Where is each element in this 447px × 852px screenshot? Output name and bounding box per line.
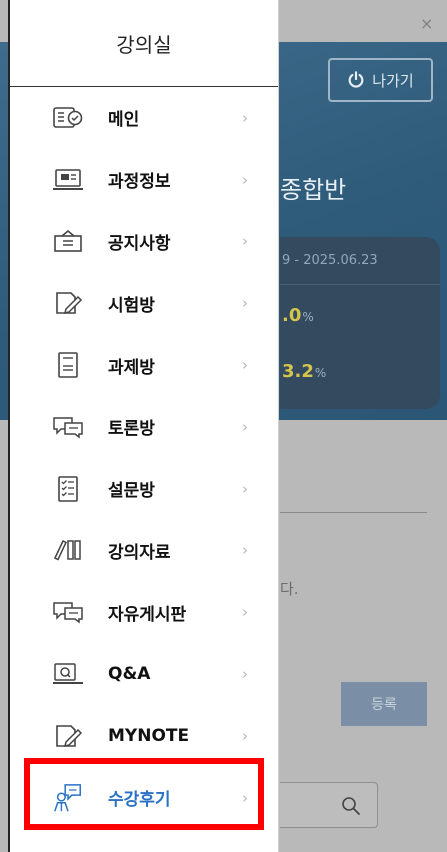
menu-item-free-board[interactable]: 자유게시판 › bbox=[10, 581, 278, 643]
review-icon bbox=[52, 783, 84, 812]
menu-item-main[interactable]: 메인 › bbox=[10, 87, 278, 149]
drawer-menu: 메인 › 과정정보 › 공지사항 › 시험방 › 과제방 › 토론방 › 설문방… bbox=[10, 87, 278, 829]
close-icon[interactable]: × bbox=[420, 14, 433, 33]
qna-icon bbox=[52, 661, 84, 687]
exit-label: 나가기 bbox=[372, 71, 414, 90]
power-icon bbox=[348, 71, 364, 88]
menu-item-exam[interactable]: 시험방 › bbox=[10, 272, 278, 334]
menu-label-survey: 설문방 bbox=[108, 481, 155, 502]
course-info-icon bbox=[52, 167, 84, 193]
register-button[interactable]: 등록 bbox=[341, 682, 427, 726]
chevron-right-icon: › bbox=[242, 356, 248, 375]
main-icon bbox=[52, 105, 84, 131]
divider bbox=[280, 512, 427, 513]
chevron-right-icon: › bbox=[242, 726, 248, 745]
menu-item-materials[interactable]: 강의자료 › bbox=[10, 520, 278, 582]
menu-item-course-review[interactable]: 수강후기 › bbox=[10, 767, 278, 829]
drawer-title: 강의실 bbox=[116, 32, 172, 57]
menu-label-course-info: 과정정보 bbox=[108, 172, 171, 193]
notice-icon bbox=[52, 228, 84, 254]
chevron-right-icon: › bbox=[242, 417, 248, 436]
chevron-right-icon: › bbox=[242, 108, 248, 127]
exit-button[interactable]: 나가기 bbox=[328, 58, 433, 102]
chevron-right-icon: › bbox=[242, 294, 248, 313]
chevron-right-icon: › bbox=[242, 541, 248, 560]
board-icon bbox=[52, 599, 84, 625]
menu-label-discussion: 토론방 bbox=[108, 419, 155, 440]
menu-label-exam: 시험방 bbox=[108, 295, 155, 316]
course-period: 9 - 2025.06.23 bbox=[280, 237, 440, 285]
notice-text: 다. bbox=[280, 580, 299, 598]
note-icon bbox=[52, 723, 84, 749]
chevron-right-icon: › bbox=[242, 788, 248, 807]
menu-item-assignment[interactable]: 과제방 › bbox=[10, 334, 278, 396]
progress-stat-2: 3.2% bbox=[282, 361, 327, 382]
drawer-header: 강의실 bbox=[10, 0, 278, 87]
search-input[interactable] bbox=[280, 782, 378, 828]
chevron-right-icon: › bbox=[242, 665, 248, 684]
menu-item-discussion[interactable]: 토론방 › bbox=[10, 396, 278, 458]
progress-card: 9 - 2025.06.23 .0% 3.2% bbox=[280, 237, 440, 409]
menu-item-survey[interactable]: 설문방 › bbox=[10, 458, 278, 520]
menu-label-notice: 공지사항 bbox=[108, 233, 171, 254]
chevron-right-icon: › bbox=[242, 603, 248, 622]
menu-item-course-info[interactable]: 과정정보 › bbox=[10, 149, 278, 211]
menu-item-qna[interactable]: Q&A › bbox=[10, 643, 278, 705]
assignment-icon bbox=[52, 352, 84, 378]
progress-stat-1: .0% bbox=[282, 305, 314, 326]
course-title: 종합반 bbox=[280, 176, 347, 204]
menu-label-assignment: 과제방 bbox=[108, 357, 155, 378]
search-icon[interactable] bbox=[341, 796, 361, 816]
menu-label-free-board: 자유게시판 bbox=[108, 604, 187, 625]
chevron-right-icon: › bbox=[242, 170, 248, 189]
side-drawer: 강의실 메인 › 과정정보 › 공지사항 › 시험방 › 과제방 › 토론방 ›… bbox=[8, 0, 279, 852]
discussion-icon bbox=[52, 414, 84, 440]
menu-label-qna: Q&A bbox=[108, 664, 151, 685]
exam-icon bbox=[52, 290, 84, 316]
menu-label-mynote: MYNOTE bbox=[108, 725, 190, 746]
menu-item-notice[interactable]: 공지사항 › bbox=[10, 211, 278, 273]
menu-label-course-review: 수강후기 bbox=[108, 790, 171, 811]
chevron-right-icon: › bbox=[242, 232, 248, 251]
materials-icon bbox=[52, 537, 84, 563]
menu-label-main: 메인 bbox=[108, 110, 140, 131]
chevron-right-icon: › bbox=[242, 479, 248, 498]
menu-label-materials: 강의자료 bbox=[108, 542, 171, 563]
menu-item-mynote[interactable]: MYNOTE › bbox=[10, 705, 278, 767]
survey-icon bbox=[52, 475, 84, 502]
